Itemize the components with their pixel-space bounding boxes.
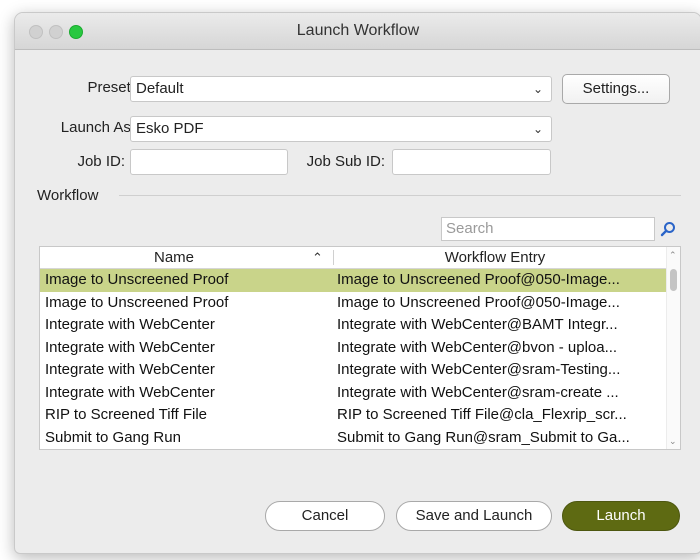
cell-workflow-entry: Integrate with WebCenter@sram-Testing... (337, 361, 621, 378)
cell-name: Submit to Gang Run (45, 428, 181, 446)
table-row[interactable]: Integrate with WebCenter Integrate with W… (40, 337, 666, 360)
cell-name: Integrate with WebCenter (45, 316, 215, 333)
table-row[interactable]: Image to Unscreened Proof Image to Unscre… (40, 292, 666, 315)
search-icon[interactable] (660, 221, 676, 237)
cell-workflow-entry: RIP to Screened Tiff File@cla_Flexrip_sc… (337, 406, 627, 423)
job-sub-id-field[interactable] (392, 149, 551, 175)
cell-workflow-entry: Integrate with WebCenter@sram-create ... (337, 383, 619, 401)
workflow-group-label: Workflow (37, 187, 99, 204)
settings-button[interactable]: Settings... (562, 74, 670, 104)
cell-workflow-entry: Image to Unscreened Proof@050-Image... (337, 271, 620, 288)
table-row[interactable]: Integrate with WebCenter Integrate with W… (40, 382, 666, 405)
column-header-name[interactable]: Name (40, 247, 308, 268)
cell-name: Image to Unscreened Proof (45, 271, 229, 288)
group-divider (119, 195, 681, 196)
cell-name: RIP to Screened Tiff File (45, 406, 208, 423)
workflow-table[interactable]: Name ⌃ Workflow Entry Image to Unscreene… (39, 246, 681, 450)
cell-workflow-entry: Integrate with WebCenter@BAMT Integr... (337, 316, 618, 333)
job-sub-id-label: Job Sub ID: (306, 153, 385, 170)
column-header-workflow-entry[interactable]: Workflow Entry (334, 247, 656, 268)
scroll-up-arrow-icon[interactable]: ⌃ (669, 250, 677, 261)
cell-name: Integrate with WebCenter (45, 383, 215, 401)
job-id-label: Job ID: (77, 153, 125, 170)
search-input[interactable]: Search (441, 217, 655, 241)
cell-name: Integrate with WebCenter (45, 338, 215, 356)
launch-as-select[interactable]: Esko PDF ⌄ (130, 116, 552, 142)
job-id-field[interactable] (130, 149, 288, 175)
cell-name: Image to Unscreened Proof (45, 293, 229, 311)
cell-workflow-entry: Image to Unscreened Proof@050-Image... (337, 293, 620, 311)
table-header: Name ⌃ Workflow Entry (40, 247, 680, 269)
preset-select[interactable]: Default ⌄ (130, 76, 552, 102)
table-row[interactable]: Integrate with WebCenter Integrate with W… (40, 359, 666, 382)
launch-as-label: Launch As: (60, 119, 135, 136)
scrollbar-thumb[interactable] (670, 269, 677, 291)
preset-value: Default (136, 80, 184, 97)
title-bar[interactable]: Launch Workflow (15, 13, 700, 50)
preset-label: Preset: (87, 79, 135, 96)
cell-name: Integrate with WebCenter (45, 361, 215, 378)
scroll-down-arrow-icon[interactable]: ⌄ (669, 436, 677, 447)
launch-workflow-dialog: Launch Workflow Preset: Default ⌄ Settin… (14, 12, 700, 554)
chevron-down-icon: ⌄ (532, 82, 543, 96)
window-title: Launch Workflow (296, 22, 420, 39)
table-row[interactable]: Image to Unscreened Proof Image to Unscre… (40, 269, 666, 292)
cancel-button[interactable]: Cancel (265, 501, 385, 531)
table-row[interactable]: Submit to Gang Run Submit to Gang Run@sra… (40, 427, 666, 450)
launch-as-value: Esko PDF (136, 120, 204, 137)
chevron-down-icon: ⌄ (532, 122, 543, 136)
chevron-up-icon[interactable]: ⌃ (312, 247, 323, 268)
vertical-scrollbar[interactable]: ⌃ ⌄ (666, 247, 680, 449)
launch-button[interactable]: Launch (562, 501, 680, 531)
cell-workflow-entry: Submit to Gang Run@sram_Submit to Ga... (337, 428, 630, 446)
save-and-launch-button[interactable]: Save and Launch (396, 501, 552, 531)
cell-workflow-entry: Integrate with WebCenter@bvon - uploa... (337, 338, 618, 356)
table-row[interactable]: RIP to Screened Tiff File RIP to Screened… (40, 404, 666, 427)
table-row[interactable]: Integrate with WebCenter Integrate with W… (40, 314, 666, 337)
